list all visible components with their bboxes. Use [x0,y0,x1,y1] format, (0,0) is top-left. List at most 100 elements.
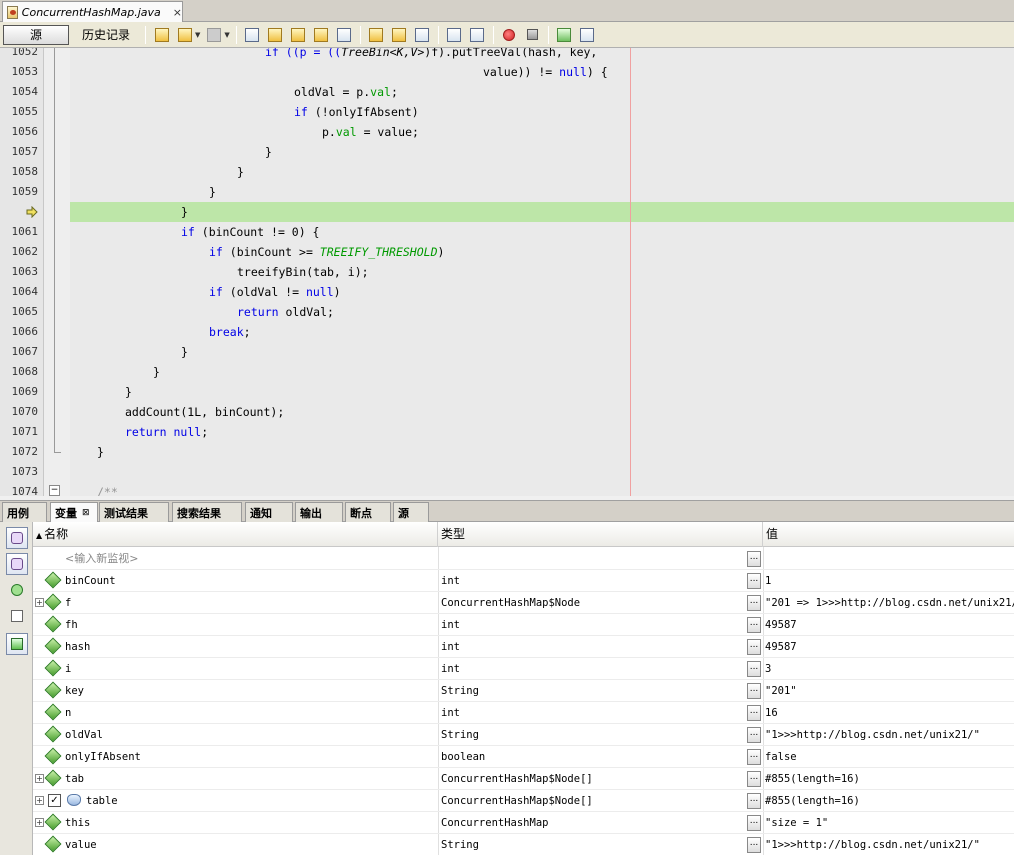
forward-dropdown-icon[interactable]: ▼ [224,31,229,39]
uncomment-button[interactable] [578,25,597,44]
fold-toggle[interactable]: − [49,485,60,496]
variable-value[interactable]: 49587 [765,614,797,636]
comment-button[interactable] [555,25,574,44]
new-watch-button[interactable] [6,579,28,601]
variable-value[interactable]: false [765,746,797,768]
variable-value[interactable]: "1>>>http://blog.csdn.net/unix21/" [765,724,980,746]
code-line: addCount(1L, binCount); [125,405,285,419]
start-macro-button[interactable] [500,25,519,44]
variable-name: value [65,839,97,851]
variable-value[interactable]: 49587 [765,636,797,658]
tab-sources[interactable]: 源 [393,502,429,522]
variable-value[interactable]: #855(length=16) [765,790,860,812]
back-dropdown-icon[interactable]: ▼ [195,31,200,39]
edit-value-button[interactable]: ... [747,837,761,853]
variable-type: String [441,839,479,851]
close-icon[interactable]: × [173,6,182,19]
variable-value[interactable]: "1>>>http://blog.csdn.net/unix21/" [765,834,980,855]
edit-value-button[interactable]: ... [747,771,761,787]
table-row[interactable]: value String ... "1>>>http://blog.csdn.n… [33,834,1014,855]
code-editor[interactable]: − 1052 1053 1054 1055 1056 1057 1058 105… [0,48,1014,496]
tab-variables[interactable]: 变量 ⊠ [50,502,98,522]
table-row[interactable]: + f ConcurrentHashMap$Node ... "201 => 1… [33,592,1014,614]
code-line: } [125,385,132,399]
rect-selection-button[interactable] [335,25,354,44]
expand-icon[interactable]: + [35,818,44,827]
editor-tab-concurrenthashmap[interactable]: ConcurrentHashMap.java × [2,1,183,22]
find-selection-button[interactable] [243,25,262,44]
variable-value[interactable]: #855(length=16) [765,768,860,790]
edit-value-button[interactable]: ... [747,683,761,699]
java-file-icon [7,5,18,19]
previous-bookmark-button[interactable] [367,25,386,44]
column-header-type[interactable]: 类型 [438,522,763,547]
line-number: 1061 [11,225,39,238]
expand-icon[interactable]: + [35,796,44,805]
edit-value-button[interactable]: ... [747,617,761,633]
tab-use-cases[interactable]: 用例 [2,502,47,522]
variable-value[interactable]: 1 [765,570,771,592]
table-row[interactable]: + this ConcurrentHashMap ... "size = 1" [33,812,1014,834]
variable-value[interactable]: 3 [765,658,771,680]
column-header-name[interactable]: ▲ 名称 [33,522,438,547]
table-row[interactable]: fh int ... 49587 [33,614,1014,636]
layout-button[interactable] [6,633,28,655]
table-row[interactable]: i int ... 3 [33,658,1014,680]
edit-value-button[interactable]: ... [747,573,761,589]
variable-value[interactable]: "201" [765,680,797,702]
toggle-highlight-button[interactable] [312,25,331,44]
table-row[interactable]: onlyIfAbsent boolean ... false [33,746,1014,768]
show-static-button[interactable] [6,527,28,549]
last-edit-button[interactable] [152,25,171,44]
back-button[interactable] [175,25,194,44]
stop-macro-button[interactable] [523,25,542,44]
edit-value-button[interactable]: ... [747,727,761,743]
edit-value-button[interactable]: ... [747,793,761,809]
find-next-button[interactable] [289,25,308,44]
table-row[interactable]: hash int ... 49587 [33,636,1014,658]
table-row[interactable]: binCount int ... 1 [33,570,1014,592]
next-bookmark-button[interactable] [390,25,409,44]
new-watch-placeholder[interactable]: <输入新监视> [65,548,138,570]
tab-test-results[interactable]: 测试结果 [99,502,169,522]
shift-left-button[interactable] [445,25,464,44]
edit-value-button[interactable]: ... [747,815,761,831]
edit-value-button[interactable]: ... [747,661,761,677]
edit-value-button[interactable]: ... [747,551,761,567]
expand-icon[interactable]: + [35,598,44,607]
source-view-button[interactable]: 源 [3,24,69,45]
expand-icon[interactable]: + [35,774,44,783]
table-row[interactable]: + tab ConcurrentHashMap$Node[] ... #855(… [33,768,1014,790]
watch-checkbox[interactable]: ✓ [48,794,61,807]
record-icon [503,28,516,41]
tab-search-results[interactable]: 搜索结果 [172,502,242,522]
tab-notifications[interactable]: 通知 [245,502,293,522]
show-inherited-button[interactable] [6,553,28,575]
edit-value-button[interactable]: ... [747,639,761,655]
find-previous-button[interactable] [266,25,285,44]
table-row[interactable]: n int ... 16 [33,702,1014,724]
table-row[interactable]: key String ... "201" [33,680,1014,702]
tab-breakpoints[interactable]: 断点 [345,502,391,522]
edit-value-button[interactable]: ... [747,595,761,611]
local-variable-icon [44,571,62,589]
shift-right-button[interactable] [468,25,487,44]
history-view-button[interactable]: 历史记录 [73,25,139,45]
static-icon [11,532,23,544]
edit-value-button[interactable]: ... [747,705,761,721]
column-header-value[interactable]: 值 [763,522,1014,547]
forward-button[interactable] [204,25,223,44]
local-variable-icon [44,835,62,853]
close-icon[interactable]: ⊠ [82,508,90,518]
edit-value-button[interactable]: ... [747,749,761,765]
tab-output[interactable]: 输出 [295,502,343,522]
toggle-bookmark-button[interactable] [413,25,432,44]
variable-value[interactable]: 16 [765,702,778,724]
new-watch-row[interactable]: <输入新监视> ... [33,548,1014,570]
properties-button[interactable] [6,605,28,627]
table-row[interactable]: oldVal String ... "1>>>http://blog.csdn.… [33,724,1014,746]
table-row[interactable]: + ✓ table ConcurrentHashMap$Node[] ... #… [33,790,1014,812]
variable-value[interactable]: "201 => 1>>>http://blog.csdn.net/unix21/… [765,592,1014,614]
variable-value[interactable]: "size = 1" [765,812,828,834]
local-variable-icon [44,593,62,611]
